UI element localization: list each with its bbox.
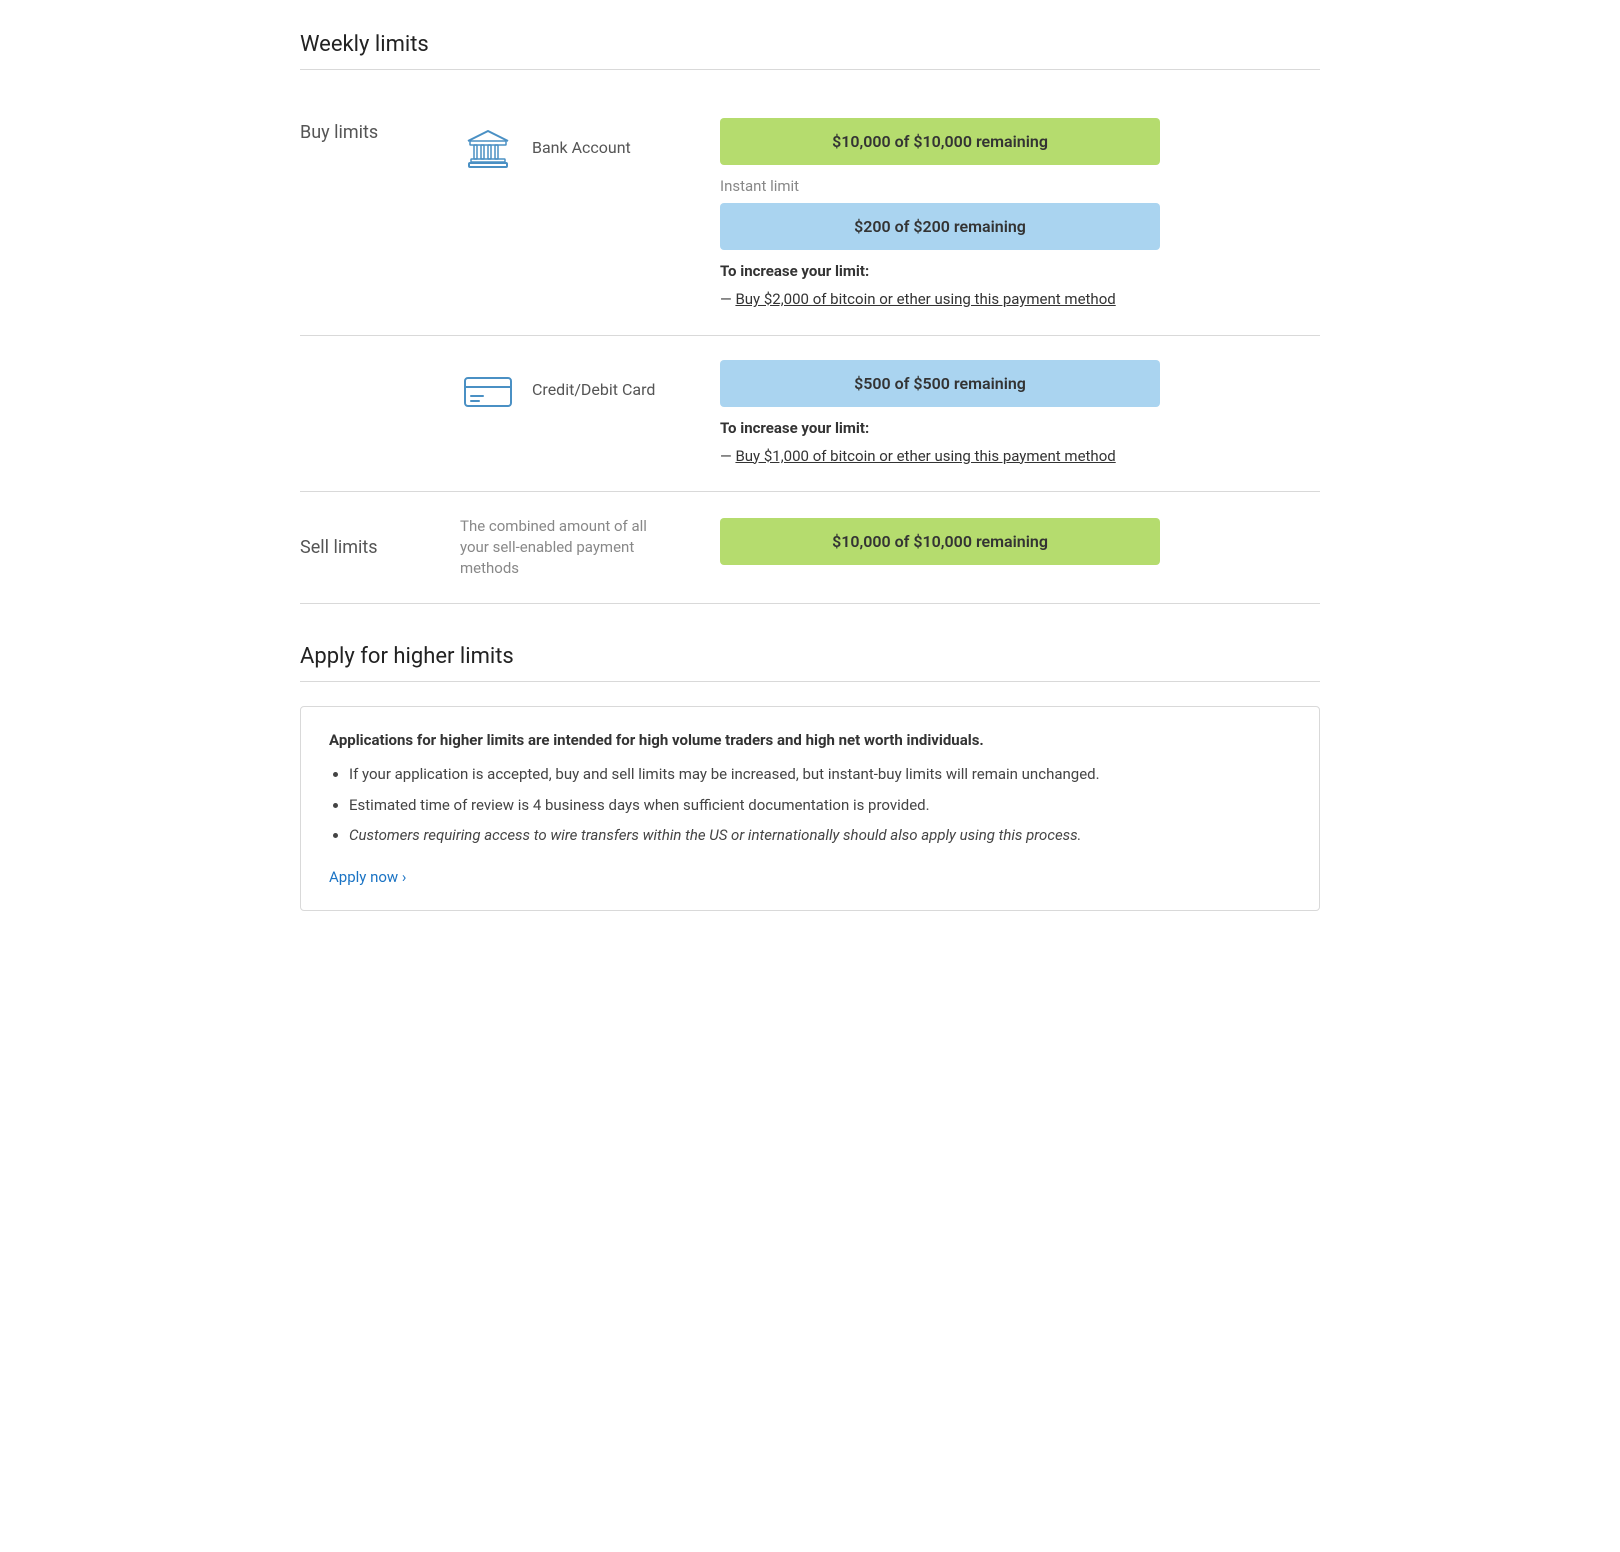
card-increase-row: — Buy $1,000 of bitcoin or ether using t… [720,445,1320,468]
apply-bullet-3: Customers requiring access to wire trans… [349,824,1291,847]
apply-info-box: Applications for higher limits are inten… [300,706,1320,911]
apply-section-title: Apply for higher limits [300,644,1320,669]
sell-limits-description: The combined amount of all your sell-ena… [460,516,680,579]
bank-weekly-bar: $10,000 of $10,000 remaining [720,118,1160,165]
buy-limits-card-row: Credit/Debit Card $500 of $500 remaining… [300,336,1320,493]
sell-bar: $10,000 of $10,000 remaining [720,518,1160,565]
apply-bullet-1: If your application is accepted, buy and… [349,763,1291,786]
instant-limit-label: Instant limit [720,177,1320,195]
sell-limits-label: Sell limits [300,537,460,558]
buy-limits-bank-row: Buy limits [300,94,1320,336]
bank-instant-bar: $200 of $200 remaining [720,203,1160,250]
weekly-limits-title: Weekly limits [300,32,1320,57]
card-amounts: $500 of $500 remaining To increase your … [680,360,1320,468]
card-increase-title: To increase your limit: [720,419,1320,437]
credit-debit-card-icon [460,364,516,420]
buy-limits-card-label [300,360,460,364]
card-bar: $500 of $500 remaining [720,360,1160,407]
apply-section: Apply for higher limits Applications for… [300,644,1320,911]
bank-account-amounts: $10,000 of $10,000 remaining Instant lim… [680,118,1320,311]
bank-account-icon [460,122,516,178]
limits-section: Buy limits [300,94,1320,604]
card-increase-link[interactable]: Buy $1,000 of bitcoin or ether using thi… [735,447,1115,465]
apply-bullet-2: Estimated time of review is 4 business d… [349,794,1291,817]
sell-limits-row: Sell limits The combined amount of all y… [300,492,1320,604]
top-divider [300,69,1320,70]
sell-limits-amount: $10,000 of $10,000 remaining [680,518,1320,577]
bank-increase-link[interactable]: Buy $2,000 of bitcoin or ether using thi… [735,290,1115,308]
bank-increase-prefix: — [720,290,735,308]
apply-info-list: If your application is accepted, buy and… [329,763,1291,847]
credit-debit-name: Credit/Debit Card [532,364,655,399]
apply-info-title: Applications for higher limits are inten… [329,731,1291,749]
card-payment: Credit/Debit Card [460,360,680,420]
apply-divider [300,681,1320,682]
bank-account-payment: Bank Account [460,118,680,178]
bank-increase-title: To increase your limit: [720,262,1320,280]
buy-limits-label: Buy limits [300,118,460,143]
card-increase-prefix: — [720,447,735,465]
bank-increase-row: — Buy $2,000 of bitcoin or ether using t… [720,288,1320,311]
bank-account-name: Bank Account [532,122,631,157]
apply-now-button[interactable]: Apply now › [329,868,406,886]
